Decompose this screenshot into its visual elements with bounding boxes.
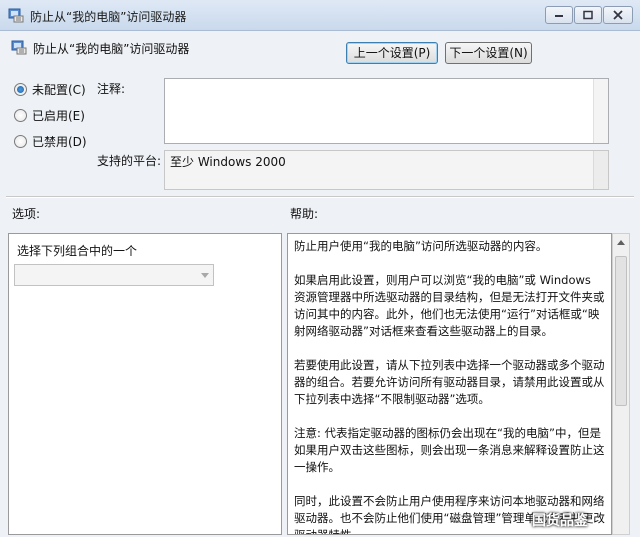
- minimize-icon: [555, 15, 563, 17]
- watermark-text: 国货品鉴: [532, 513, 588, 529]
- help-scrollbar[interactable]: [612, 233, 630, 535]
- setting-header-icon: [11, 39, 27, 55]
- chevron-down-icon: [201, 273, 209, 278]
- radio-label: 已禁用(D): [32, 135, 87, 149]
- radio-not-configured[interactable]: 未配置(C): [14, 81, 86, 98]
- policy-setting-icon: [8, 7, 24, 23]
- platform-field: 至少 Windows 2000: [164, 150, 609, 190]
- close-icon: [613, 10, 623, 20]
- help-paragraph: 若要使用此设置，请从下拉列表中选择一个驱动器或多个驱动器的组合。若要允许访问所有…: [294, 358, 605, 406]
- radio-label: 已启用(E): [32, 109, 85, 123]
- section-divider: [6, 196, 634, 198]
- previous-setting-button[interactable]: 上一个设置(P): [346, 42, 438, 64]
- minimize-button[interactable]: [545, 6, 573, 24]
- help-panel: 防止用户使用“我的电脑”访问所选驱动器的内容。 如果启用此设置，则用户可以浏览“…: [287, 233, 612, 535]
- options-panel: 选择下列组合中的一个: [8, 233, 282, 535]
- window-title: 防止从“我的电脑”访问驱动器: [30, 10, 187, 24]
- radio-dot[interactable]: [14, 109, 27, 122]
- comment-textarea[interactable]: [164, 78, 609, 144]
- close-button[interactable]: [603, 6, 633, 24]
- options-prompt: 选择下列组合中的一个: [17, 244, 138, 258]
- maximize-button[interactable]: [574, 6, 602, 24]
- comment-label: 注释:: [97, 82, 126, 96]
- options-section-label: 选项:: [12, 207, 41, 221]
- help-paragraph: 注意: 代表指定驱动器的图标仍会出现在“我的电脑”中，但是如果用户双击这些图标，…: [294, 426, 605, 474]
- combo-dropdown-button[interactable]: [197, 265, 213, 285]
- scroll-up-icon[interactable]: [617, 240, 625, 245]
- radio-label: 未配置(C): [32, 83, 86, 97]
- policy-setting-window: 防止从“我的电脑”访问驱动器 防止从“我的电脑”访问驱动器 上一个设置(P) 下…: [0, 0, 640, 537]
- radio-disabled[interactable]: 已禁用(D): [14, 133, 87, 150]
- help-paragraph: 防止用户使用“我的电脑”访问所选驱动器的内容。: [294, 239, 548, 253]
- help-text: 防止用户使用“我的电脑”访问所选驱动器的内容。 如果启用此设置，则用户可以浏览“…: [294, 238, 606, 534]
- radio-dot[interactable]: [14, 135, 27, 148]
- title-bar[interactable]: 防止从“我的电脑”访问驱动器: [0, 0, 640, 31]
- maximize-icon: [583, 10, 593, 20]
- platform-label: 支持的平台:: [97, 154, 162, 168]
- setting-name: 防止从“我的电脑”访问驱动器: [33, 42, 190, 56]
- next-setting-button[interactable]: 下一个设置(N): [445, 42, 532, 64]
- radio-dot-selected[interactable]: [14, 83, 27, 96]
- comment-scrollbar[interactable]: [593, 79, 608, 143]
- help-section-label: 帮助:: [290, 207, 319, 221]
- platform-value: 至少 Windows 2000: [170, 155, 286, 169]
- help-paragraph: 如果启用此设置，则用户可以浏览“我的电脑”或 Windows 资源管理器中所选驱…: [294, 273, 605, 338]
- platform-scrollbar[interactable]: [593, 151, 608, 189]
- scrollbar-thumb[interactable]: [615, 256, 627, 406]
- radio-enabled[interactable]: 已启用(E): [14, 107, 85, 124]
- drive-combination-select[interactable]: [14, 264, 214, 286]
